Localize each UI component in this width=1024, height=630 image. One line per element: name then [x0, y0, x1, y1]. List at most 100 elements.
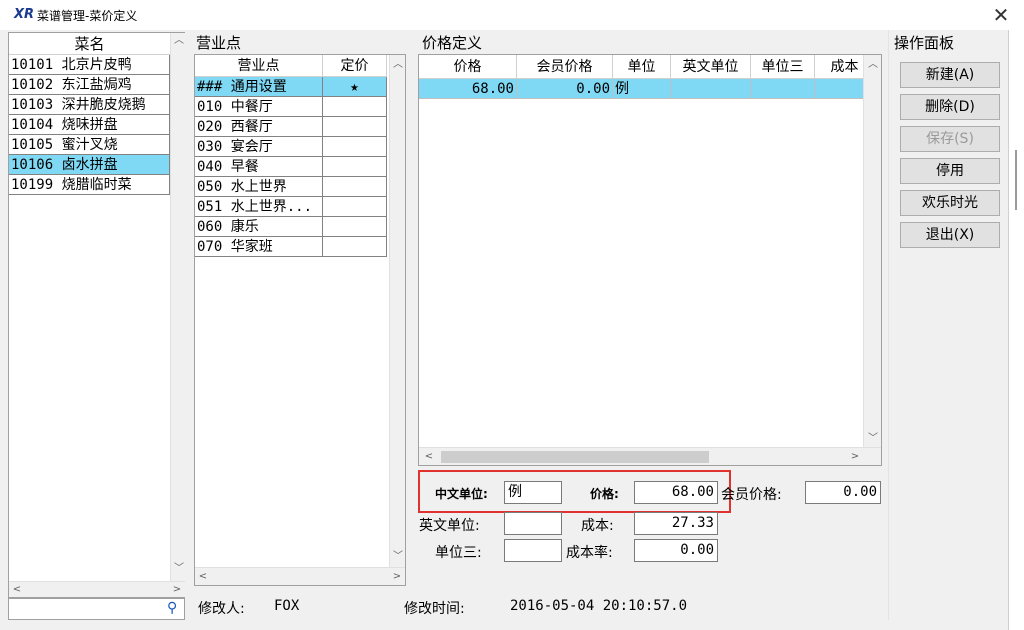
outlet-row-name[interactable]: 051 水上世界...: [195, 197, 323, 217]
outlet-row-name[interactable]: 070 华家班: [195, 237, 323, 257]
dish-list-panel: 菜名 10101 北京片皮鸭 10102 东江盐焗鸡 10103 深井脆皮烧鹅 101…: [8, 32, 185, 598]
dish-list-hscroll[interactable]: < >: [9, 581, 185, 597]
price-col-header[interactable]: 单位三: [751, 55, 815, 79]
scroll-left-icon[interactable]: <: [195, 569, 211, 585]
dish-list-item[interactable]: 10102 东江盐焗鸡: [9, 75, 170, 95]
dish-list-item[interactable]: 10104 烧味拼盘: [9, 115, 170, 135]
outlet-row-name[interactable]: 020 西餐厅: [195, 117, 323, 137]
outlet-row-name[interactable]: 030 宴会厅: [195, 137, 323, 157]
price-field[interactable]: 68.00: [634, 481, 718, 504]
title-bar: XR 菜谱管理-菜价定义 ✕: [0, 0, 1024, 30]
dish-list-item[interactable]: 10105 蜜汁叉烧: [9, 135, 170, 155]
price-cell[interactable]: 0.00: [517, 79, 613, 99]
outlet-row-name[interactable]: 040 早餐: [195, 157, 323, 177]
member-price-label: 会员价格:: [721, 487, 782, 503]
price-cell[interactable]: [671, 79, 751, 99]
scroll-up-icon[interactable]: ︿: [171, 33, 187, 49]
search-icon[interactable]: ⚲: [167, 600, 177, 616]
outlet-row-priced[interactable]: [323, 97, 387, 117]
window-title: 菜谱管理-菜价定义: [37, 9, 138, 23]
price-cell[interactable]: 例: [613, 79, 671, 99]
happy-hour-button[interactable]: 欢乐时光: [900, 190, 1000, 216]
outlets-section-label: 营业点: [196, 34, 242, 52]
scroll-down-icon[interactable]: ﹀: [390, 549, 406, 565]
price-def-vscroll[interactable]: ︿ ﹀: [863, 55, 881, 447]
exit-button[interactable]: 退出(X): [900, 222, 1000, 248]
cost-rate-field[interactable]: 0.00: [634, 539, 718, 562]
hscroll-thumb[interactable]: [441, 451, 709, 463]
dish-list-item[interactable]: 10106 卤水拼盘: [9, 155, 170, 175]
scroll-down-icon[interactable]: ﹀: [171, 561, 187, 577]
dish-list-item[interactable]: 10103 深井脆皮烧鹅: [9, 95, 170, 115]
dish-search-input[interactable]: [12, 601, 162, 617]
price-def-rows: 68.000.00例 2: [419, 79, 863, 119]
modified-time-label: 修改时间:: [404, 601, 465, 617]
outlets-col-name[interactable]: 营业点: [195, 55, 323, 77]
delete-button[interactable]: 删除(D): [900, 94, 1000, 120]
scroll-right-icon[interactable]: >: [847, 449, 863, 465]
dish-search-box[interactable]: ⚲: [8, 598, 185, 620]
scroll-down-icon[interactable]: ﹀: [865, 431, 881, 447]
dish-list: 10101 北京片皮鸭 10102 东江盐焗鸡 10103 深井脆皮烧鹅 10104 …: [9, 55, 170, 255]
cost-field[interactable]: 27.33: [634, 512, 718, 535]
outlet-row-name[interactable]: ### 通用设置: [195, 77, 323, 97]
outlet-row-priced[interactable]: [323, 137, 387, 157]
cn-unit-field[interactable]: 例: [504, 481, 562, 504]
modifier-label: 修改人:: [198, 601, 245, 617]
outlet-row-name[interactable]: 010 中餐厅: [195, 97, 323, 117]
scroll-left-icon[interactable]: <: [9, 582, 25, 598]
price-col-header[interactable]: 英文单位: [671, 55, 751, 79]
dish-list-vscroll[interactable]: ︿ ﹀: [170, 33, 185, 581]
price-cell[interactable]: 2: [815, 79, 863, 99]
price-cell[interactable]: 68.00: [419, 79, 517, 99]
outlets-vscroll[interactable]: ︿ ﹀: [389, 55, 405, 567]
dish-list-header-label: 菜名: [74, 35, 105, 53]
outlets-list: ### 通用设置 ★ 010 中餐厅 020 西餐厅 030 宴会厅 040 早餐 050 …: [195, 77, 387, 277]
modified-time-value: 2016-05-04 20:10:57.0: [510, 598, 688, 614]
app-logo-icon: XR: [14, 7, 35, 22]
price-col-header[interactable]: 成本: [815, 55, 863, 79]
scroll-left-icon[interactable]: <: [421, 449, 437, 465]
outlet-row-name[interactable]: 050 水上世界: [195, 177, 323, 197]
member-price-field[interactable]: 0.00: [805, 481, 881, 504]
unit3-field[interactable]: [504, 539, 562, 562]
scroll-up-icon[interactable]: ︿: [390, 57, 406, 73]
en-unit-label: 英文单位:: [419, 518, 480, 534]
outlet-row-priced[interactable]: [323, 217, 387, 237]
outlets-col-priced[interactable]: 定价: [323, 55, 387, 77]
outlet-row-priced[interactable]: ★: [323, 77, 387, 97]
disable-button[interactable]: 停用: [900, 158, 1000, 184]
outlets-panel: 营业点 定价 ### 通用设置 ★ 010 中餐厅 020 西餐厅 030 宴会厅 040…: [194, 54, 406, 586]
outlet-row-priced[interactable]: [323, 177, 387, 197]
modifier-value: FOX: [274, 598, 300, 614]
dish-list-item[interactable]: 10101 北京片皮鸭: [9, 55, 170, 75]
price-def-panel: 价格会员价格单位英文单位单位三成本 68.000.00例 2 ︿ ﹀ < >: [418, 54, 882, 466]
scroll-right-icon[interactable]: >: [389, 569, 405, 585]
price-col-header[interactable]: 会员价格: [517, 55, 613, 79]
outlet-row-name[interactable]: 060 康乐: [195, 217, 323, 237]
price-def-hscroll[interactable]: < >: [419, 447, 881, 465]
save-button[interactable]: 保存(S): [900, 126, 1000, 152]
cn-unit-label: 中文单位:: [435, 487, 488, 501]
outlets-hscroll[interactable]: < >: [195, 567, 405, 585]
en-unit-field[interactable]: [504, 512, 562, 535]
outlet-row-priced[interactable]: [323, 157, 387, 177]
outlet-row-priced[interactable]: [323, 237, 387, 257]
scroll-up-icon[interactable]: ︿: [865, 57, 881, 73]
price-col-header[interactable]: 单位: [613, 55, 671, 79]
action-panel-label: 操作面板: [894, 34, 955, 52]
price-col-header[interactable]: 价格: [419, 55, 517, 79]
scroll-right-icon[interactable]: >: [169, 582, 185, 598]
outlet-row-priced[interactable]: [323, 117, 387, 137]
cost-rate-label: 成本率:: [566, 545, 613, 561]
background-window-strip: [1008, 30, 1024, 630]
cost-label: 成本:: [581, 518, 614, 534]
dish-list-header: 菜名: [9, 33, 170, 55]
outlet-row-priced[interactable]: [323, 197, 387, 217]
new-button[interactable]: 新建(A): [900, 62, 1000, 88]
close-icon[interactable]: ✕: [986, 2, 1016, 28]
dish-list-item[interactable]: 10199 烧腊临时菜: [9, 175, 170, 195]
unit3-label: 单位三:: [435, 545, 482, 561]
price-label: 价格:: [590, 487, 619, 501]
price-cell[interactable]: [751, 79, 815, 99]
